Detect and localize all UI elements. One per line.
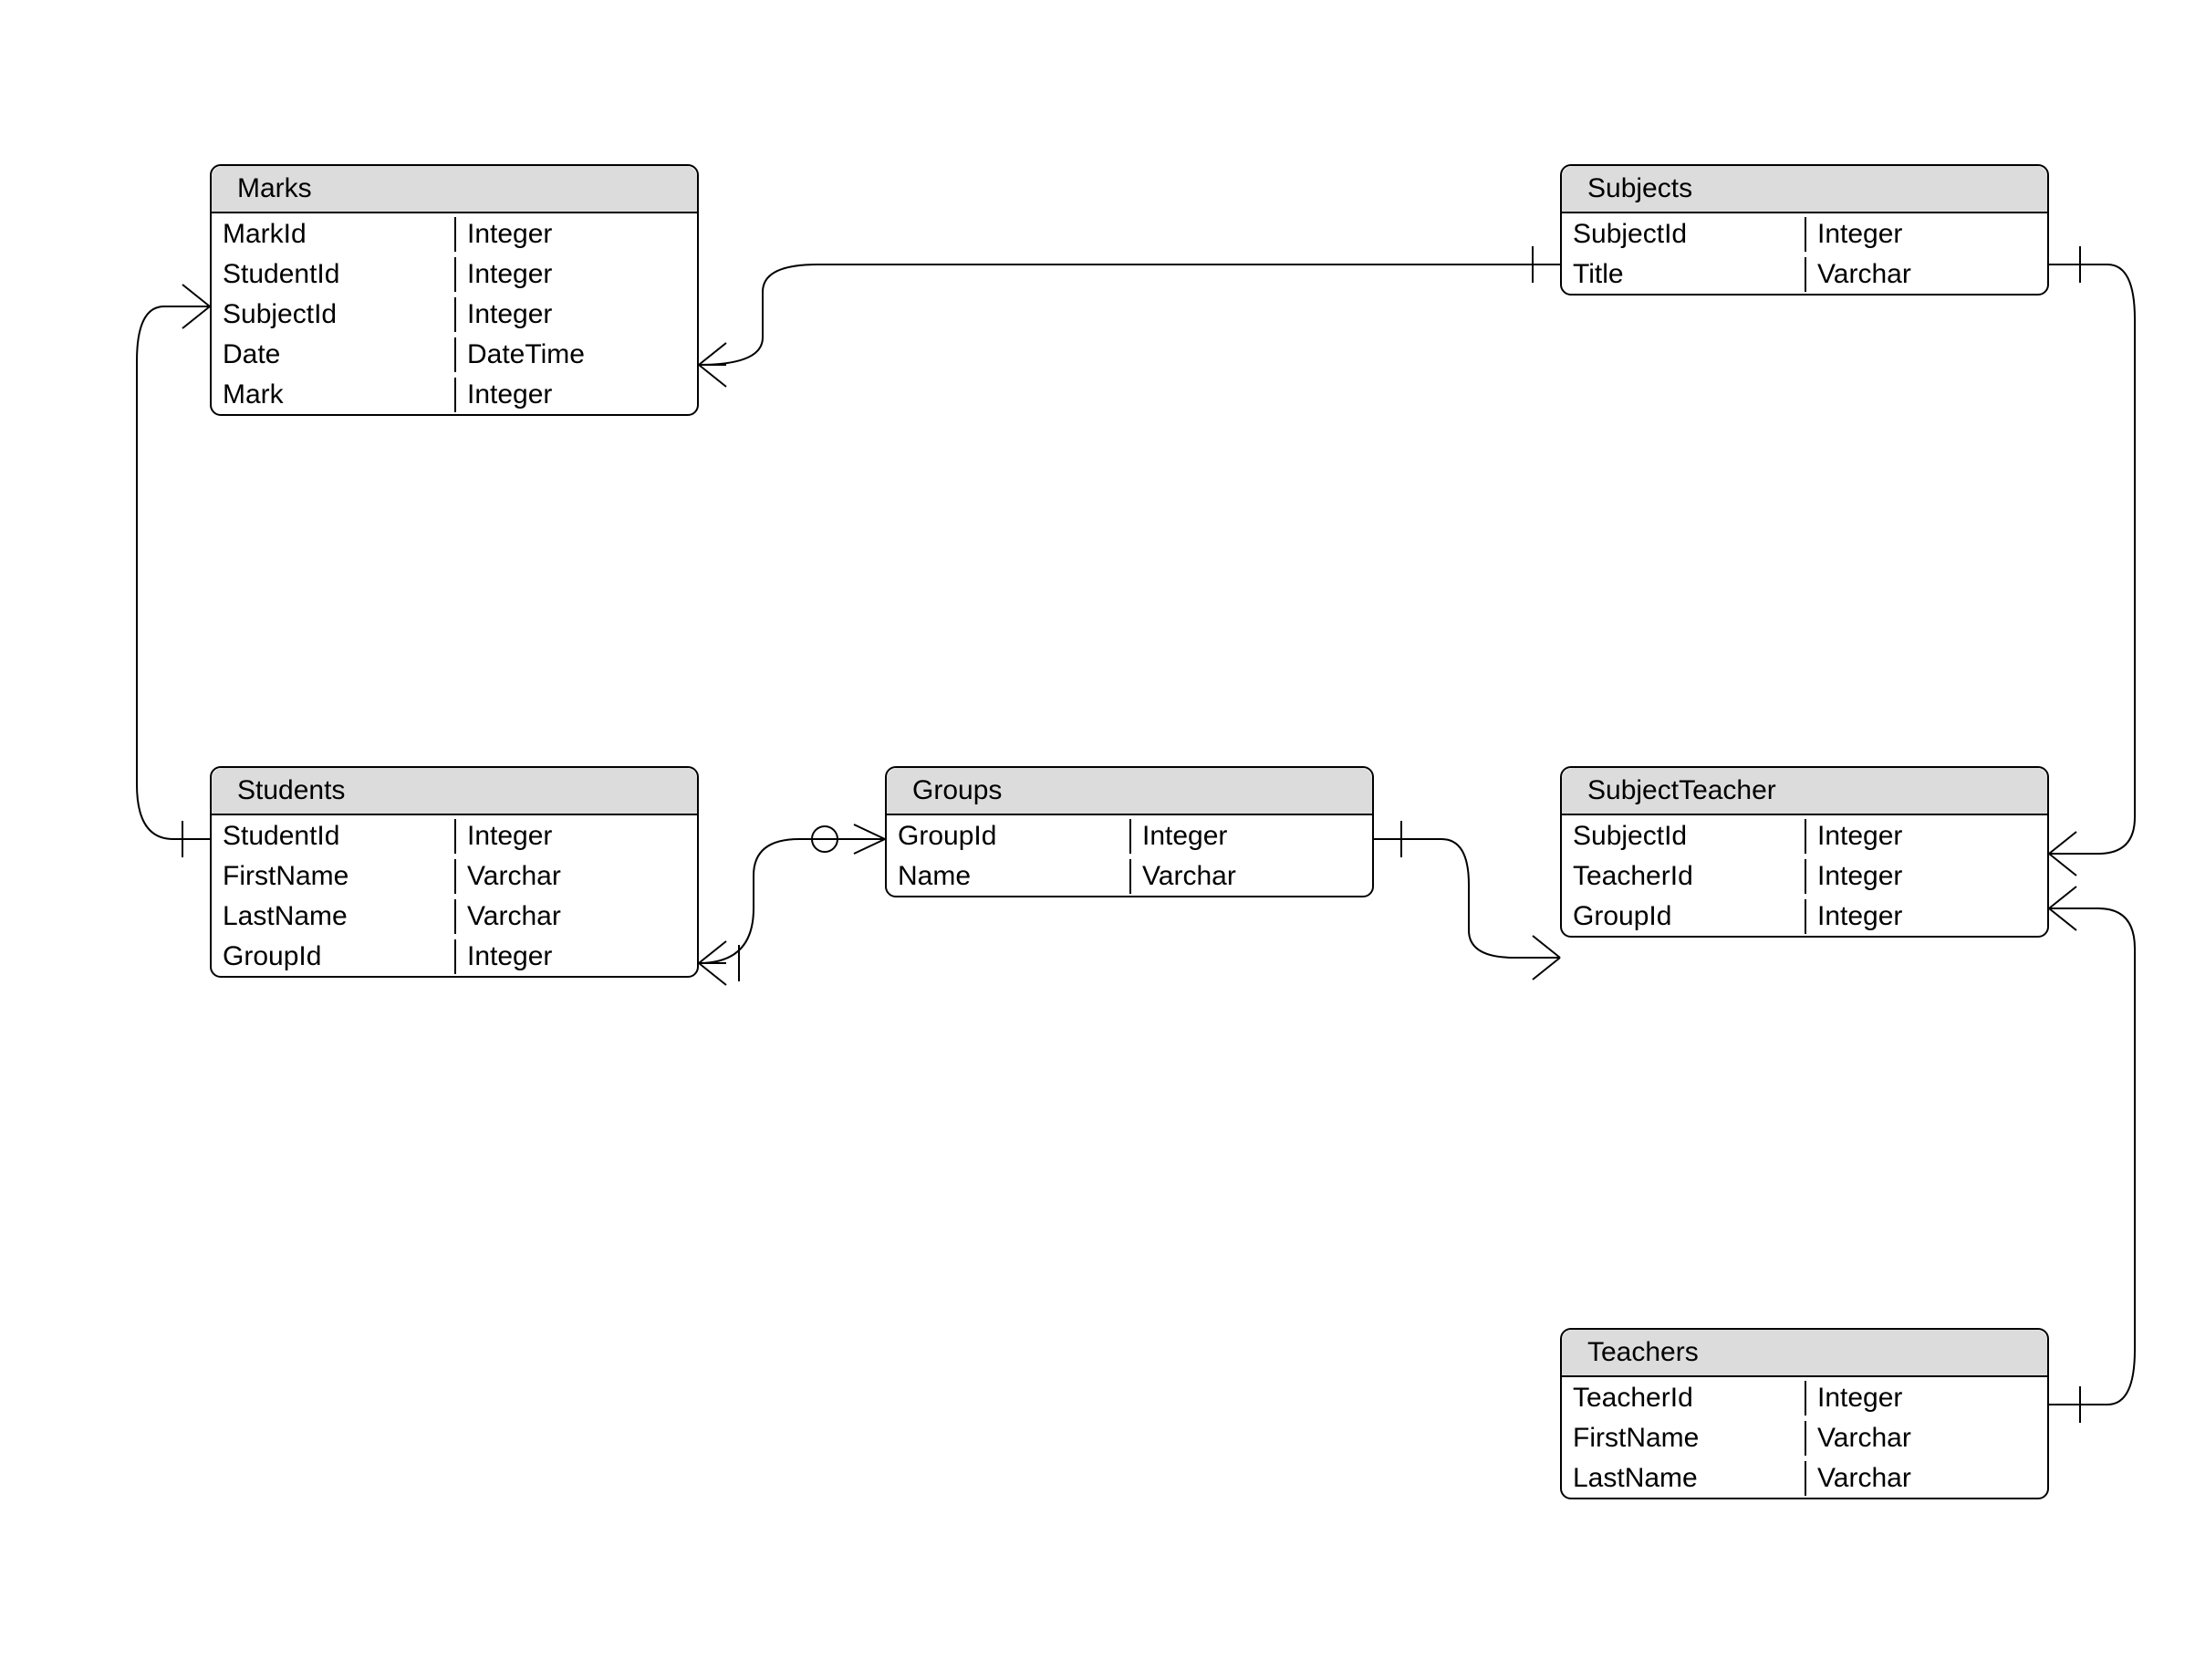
field-row: TitleVarchar	[1562, 254, 2047, 294]
field-name: FirstName	[212, 858, 456, 893]
entity-groups[interactable]: GroupsGroupIdIntegerNameVarchar	[885, 766, 1374, 897]
field-type: Varchar	[1806, 256, 2047, 291]
field-type: Integer	[456, 939, 697, 973]
field-name: LastName	[1562, 1460, 1806, 1495]
field-name: Mark	[212, 377, 456, 411]
field-type: Varchar	[1131, 858, 1372, 893]
field-type: Integer	[1806, 858, 2047, 893]
field-type: Varchar	[1806, 1420, 2047, 1455]
field-row: FirstNameVarchar	[212, 856, 697, 896]
field-type: Integer	[456, 216, 697, 251]
field-row: MarkInteger	[212, 374, 697, 414]
er-diagram-canvas: MarksMarkIdIntegerStudentIdIntegerSubjec…	[0, 0, 2195, 1680]
field-type: Integer	[1806, 216, 2047, 251]
field-name: TeacherId	[1562, 1380, 1806, 1415]
field-type: Varchar	[1806, 1460, 2047, 1495]
field-row: SubjectIdInteger	[212, 294, 697, 334]
field-type: Integer	[1806, 1380, 2047, 1415]
field-row: MarkIdInteger	[212, 213, 697, 254]
field-name: SubjectId	[1562, 216, 1806, 251]
entity-students[interactable]: StudentsStudentIdIntegerFirstNameVarchar…	[210, 766, 699, 978]
field-type: DateTime	[456, 337, 697, 371]
field-row: StudentIdInteger	[212, 254, 697, 294]
field-name: StudentId	[212, 256, 456, 291]
entity-title: Groups	[887, 768, 1372, 815]
field-name: GroupId	[212, 939, 456, 973]
field-name: StudentId	[212, 818, 456, 853]
entity-title: Subjects	[1562, 166, 2047, 213]
field-name: Title	[1562, 256, 1806, 291]
field-row: LastNameVarchar	[1562, 1457, 2047, 1498]
entity-subjectteacher[interactable]: SubjectTeacherSubjectIdIntegerTeacherIdI…	[1560, 766, 2049, 938]
field-name: GroupId	[1562, 898, 1806, 933]
field-type: Integer	[1806, 818, 2047, 853]
field-type: Integer	[456, 818, 697, 853]
field-row: DateDateTime	[212, 334, 697, 374]
entity-subjects[interactable]: SubjectsSubjectIdIntegerTitleVarchar	[1560, 164, 2049, 296]
entity-rows: StudentIdIntegerFirstNameVarcharLastName…	[212, 815, 697, 976]
entity-rows: GroupIdIntegerNameVarchar	[887, 815, 1372, 896]
field-type: Varchar	[456, 898, 697, 933]
field-type: Integer	[456, 377, 697, 411]
field-row: SubjectIdInteger	[1562, 213, 2047, 254]
field-name: MarkId	[212, 216, 456, 251]
field-name: FirstName	[1562, 1420, 1806, 1455]
field-type: Integer	[456, 256, 697, 291]
field-row: SubjectIdInteger	[1562, 815, 2047, 856]
field-name: TeacherId	[1562, 858, 1806, 893]
field-name: Name	[887, 858, 1131, 893]
entity-title: SubjectTeacher	[1562, 768, 2047, 815]
entity-rows: TeacherIdIntegerFirstNameVarcharLastName…	[1562, 1377, 2047, 1498]
field-row: TeacherIdInteger	[1562, 1377, 2047, 1417]
field-name: LastName	[212, 898, 456, 933]
field-name: SubjectId	[1562, 818, 1806, 853]
entity-title: Students	[212, 768, 697, 815]
field-type: Integer	[456, 296, 697, 331]
entity-marks[interactable]: MarksMarkIdIntegerStudentIdIntegerSubjec…	[210, 164, 699, 416]
field-type: Varchar	[456, 858, 697, 893]
entity-title: Marks	[212, 166, 697, 213]
entity-rows: MarkIdIntegerStudentIdIntegerSubjectIdIn…	[212, 213, 697, 414]
entity-teachers[interactable]: TeachersTeacherIdIntegerFirstNameVarchar…	[1560, 1328, 2049, 1499]
field-row: GroupIdInteger	[1562, 896, 2047, 936]
field-row: GroupIdInteger	[212, 936, 697, 976]
entity-rows: SubjectIdIntegerTeacherIdIntegerGroupIdI…	[1562, 815, 2047, 936]
field-name: GroupId	[887, 818, 1131, 853]
field-name: Date	[212, 337, 456, 371]
field-row: NameVarchar	[887, 856, 1372, 896]
field-type: Integer	[1131, 818, 1372, 853]
field-row: FirstNameVarchar	[1562, 1417, 2047, 1457]
entity-title: Teachers	[1562, 1330, 2047, 1377]
entity-rows: SubjectIdIntegerTitleVarchar	[1562, 213, 2047, 294]
field-type: Integer	[1806, 898, 2047, 933]
field-row: LastNameVarchar	[212, 896, 697, 936]
field-name: SubjectId	[212, 296, 456, 331]
field-row: StudentIdInteger	[212, 815, 697, 856]
field-row: GroupIdInteger	[887, 815, 1372, 856]
field-row: TeacherIdInteger	[1562, 856, 2047, 896]
